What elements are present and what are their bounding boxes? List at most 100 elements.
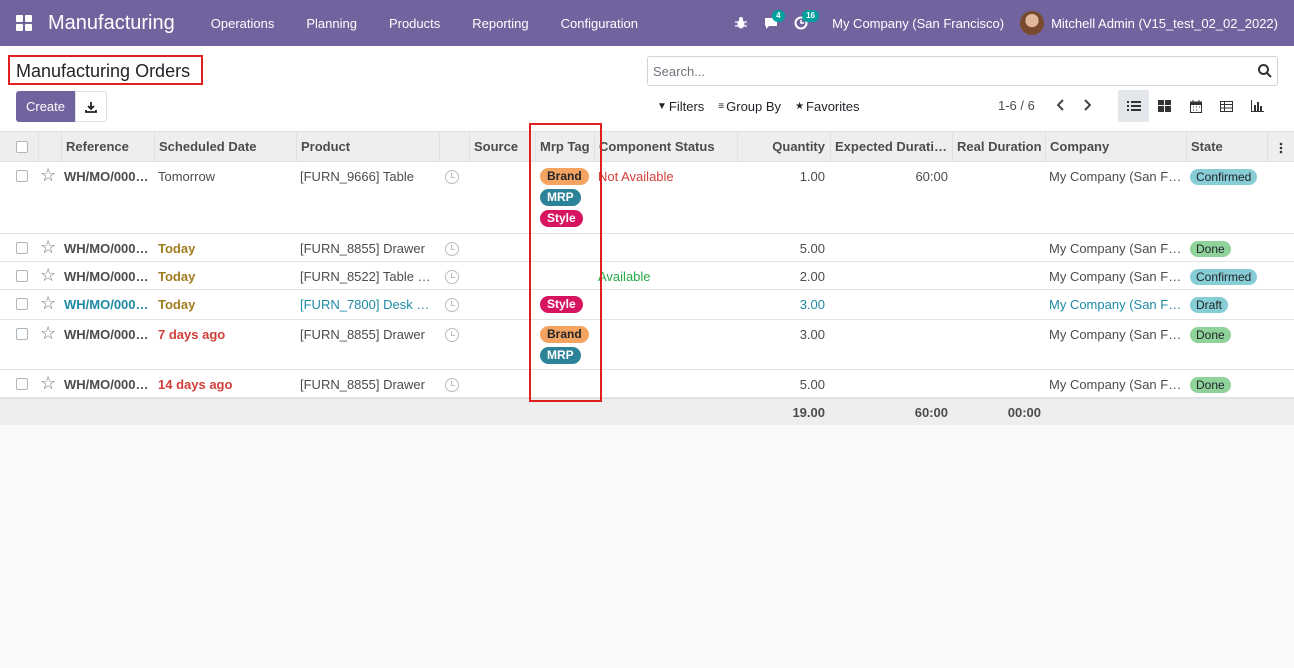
calendar-view-button[interactable]: [1180, 90, 1211, 122]
mrp-tag-brand: Brand: [540, 326, 589, 343]
product: [FURN_7800] Desk …: [300, 297, 430, 312]
pager-value[interactable]: 1-6 / 6: [998, 98, 1035, 113]
product: [FURN_8522] Table …: [300, 269, 431, 284]
column-quantity[interactable]: Quantity: [738, 132, 831, 162]
activity-clock-icon[interactable]: [445, 328, 459, 342]
row-checkbox[interactable]: [16, 270, 28, 282]
table-row[interactable]: ☆ WH/MO/000… Tomorrow [FURN_9666] Table Bran…: [0, 162, 1294, 234]
user-menu[interactable]: Mitchell Admin (V15_test_02_02_2022): [1020, 11, 1294, 35]
reference: WH/MO/000…: [64, 327, 149, 342]
quantity: 1.00: [799, 169, 825, 184]
column-activity: [440, 132, 470, 162]
mrp-tag-mrp: MRP: [540, 189, 581, 206]
row-checkbox[interactable]: [16, 328, 28, 340]
avatar: [1020, 11, 1045, 35]
row-checkbox[interactable]: [16, 242, 28, 254]
bar-chart-icon: [1251, 100, 1264, 112]
activities-icon[interactable]: 16: [786, 0, 820, 46]
favorites-button[interactable]: ★ Favorites: [788, 96, 866, 116]
quantity: 5.00: [799, 377, 825, 392]
column-source[interactable]: Source: [470, 132, 536, 162]
activity-clock-icon[interactable]: [445, 298, 459, 312]
table-row[interactable]: ☆ WH/MO/000… Today [FURN_7800] Desk … Style 3…: [0, 290, 1294, 320]
mrp-tag-brand: Brand: [540, 168, 589, 185]
list-view-button[interactable]: [1118, 90, 1149, 122]
menu-configuration[interactable]: Configuration: [545, 0, 654, 46]
total-quantity: 19.00: [792, 405, 825, 420]
menu-operations[interactable]: Operations: [195, 0, 291, 46]
favorite-star-icon[interactable]: ☆: [40, 374, 56, 392]
row-checkbox[interactable]: [16, 298, 28, 310]
company: My Company (San F…: [1049, 241, 1182, 256]
activity-clock-icon[interactable]: [445, 242, 459, 256]
row-checkbox[interactable]: [16, 378, 28, 390]
select-all-checkbox[interactable]: [16, 141, 28, 153]
pivot-view-button[interactable]: [1211, 90, 1242, 122]
export-button[interactable]: [75, 91, 107, 122]
search-icon[interactable]: [1257, 63, 1273, 79]
optional-columns-toggle[interactable]: [1268, 132, 1294, 162]
activity-clock-icon[interactable]: [445, 270, 459, 284]
table-row[interactable]: ☆ WH/MO/000… 7 days ago [FURN_8855] Drawer B…: [0, 320, 1294, 370]
status-badge: Done: [1190, 377, 1231, 393]
status-badge: Done: [1190, 241, 1231, 257]
column-real-duration[interactable]: Real Duration: [953, 132, 1046, 162]
status-badge: Confirmed: [1190, 269, 1258, 285]
kanban-view-button[interactable]: [1149, 90, 1180, 122]
table-footer-totals: 19.00 60:00 00:00: [0, 398, 1294, 425]
reference: WH/MO/000…: [64, 269, 149, 284]
favorite-column: [39, 132, 62, 162]
component-status: Not Available: [598, 169, 674, 184]
table-row[interactable]: ☆ WH/MO/000… 14 days ago [FURN_8855] Drawer…: [0, 370, 1294, 398]
search-input[interactable]: [648, 57, 1248, 85]
company-switcher[interactable]: My Company (San Francisco): [816, 16, 1020, 31]
quantity: 3.00: [799, 327, 825, 342]
column-reference[interactable]: Reference: [62, 132, 155, 162]
mrp-tag-style: Style: [540, 210, 583, 227]
page-title: Manufacturing Orders: [8, 55, 203, 85]
pager-next-button[interactable]: [1074, 94, 1100, 116]
menu-planning[interactable]: Planning: [290, 0, 373, 46]
graph-view-button[interactable]: [1242, 90, 1273, 122]
company: My Company (San F…: [1049, 327, 1182, 342]
menu-reporting[interactable]: Reporting: [456, 0, 544, 46]
top-navbar: Manufacturing Operations Planning Produc…: [0, 0, 1294, 46]
column-mrp-tag[interactable]: Mrp Tag: [536, 132, 595, 162]
table-row[interactable]: ☆ WH/MO/000… Today [FURN_8855] Drawer 5.00 My…: [0, 234, 1294, 262]
bars-icon: ≡: [718, 100, 725, 112]
favorite-star-icon[interactable]: ☆: [40, 266, 56, 284]
manufacturing-orders-list: Reference Scheduled Date Product Source …: [0, 132, 1294, 425]
column-product[interactable]: Product: [297, 132, 440, 162]
favorite-star-icon[interactable]: ☆: [40, 166, 56, 184]
total-expected-duration: 60:00: [914, 405, 948, 420]
favorite-star-icon[interactable]: ☆: [40, 324, 56, 342]
favorite-star-icon[interactable]: ☆: [40, 238, 56, 256]
favorite-star-icon[interactable]: ☆: [40, 294, 56, 312]
column-company[interactable]: Company: [1046, 132, 1187, 162]
column-component-status[interactable]: Component Status: [595, 132, 738, 162]
reference: WH/MO/000…: [64, 377, 149, 392]
activities-badge: 16: [802, 10, 820, 22]
activity-clock-icon[interactable]: [445, 378, 459, 392]
filters-button[interactable]: ▼ Filters: [650, 96, 711, 116]
column-expected-duration[interactable]: Expected Durati…: [831, 132, 953, 162]
pager-previous-button[interactable]: [1048, 94, 1074, 116]
app-brand[interactable]: Manufacturing: [48, 12, 175, 35]
kebab-icon: [1279, 142, 1283, 153]
activity-clock-icon[interactable]: [445, 170, 459, 184]
create-button[interactable]: Create: [16, 91, 75, 122]
scheduled-date: 7 days ago: [158, 327, 226, 342]
chevron-left-icon: [1057, 99, 1064, 111]
menu-products[interactable]: Products: [373, 0, 456, 46]
app-menu-icon[interactable]: [0, 0, 48, 46]
group-by-button[interactable]: ≡ Group By: [711, 96, 788, 116]
table-row[interactable]: ☆ WH/MO/000… Today [FURN_8522] Table … Avail…: [0, 262, 1294, 290]
column-state[interactable]: State: [1187, 132, 1268, 162]
messages-icon[interactable]: 4: [756, 0, 786, 46]
column-scheduled-date[interactable]: Scheduled Date: [155, 132, 297, 162]
star-icon: ★: [795, 100, 805, 112]
debug-icon[interactable]: [726, 0, 756, 46]
table-header: Reference Scheduled Date Product Source …: [0, 132, 1294, 162]
status-badge: Draft: [1190, 297, 1229, 313]
row-checkbox[interactable]: [16, 170, 28, 182]
